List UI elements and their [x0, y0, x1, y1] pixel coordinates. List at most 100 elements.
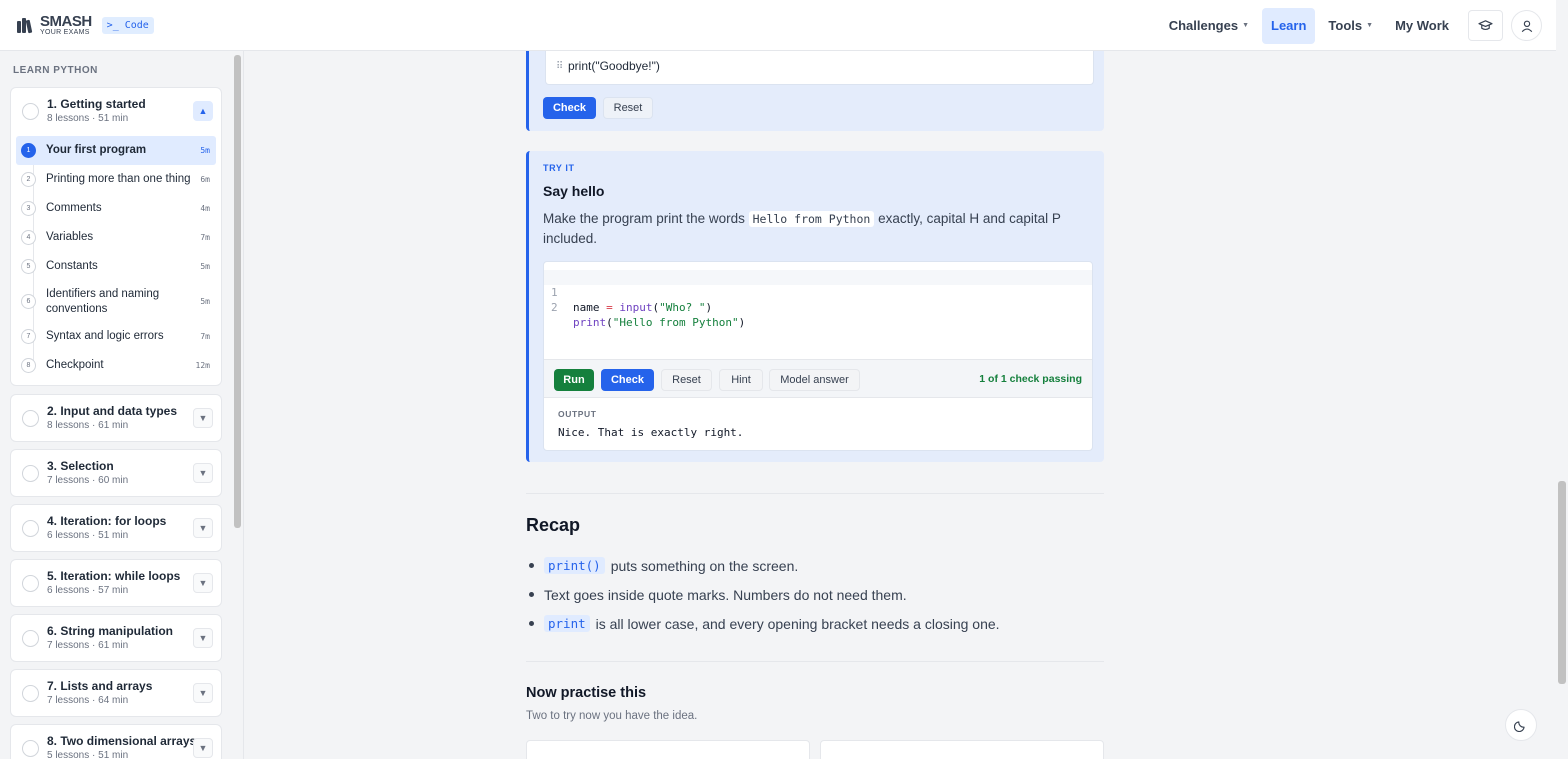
chapter-5[interactable]: 5. Iteration: while loops 6 lessons · 57… — [10, 559, 222, 607]
recap-code: print() — [544, 557, 605, 574]
chapter-6[interactable]: 6. String manipulation 7 lessons · 61 mi… — [10, 614, 222, 662]
site-logo[interactable]: SMASH YOUR EXAMS >_ Code — [16, 14, 154, 36]
progress-circle-icon — [22, 740, 39, 757]
run-button[interactable]: Run — [554, 369, 594, 391]
nav-learn[interactable]: Learn — [1262, 7, 1316, 44]
lesson-title: Checkpoint — [46, 359, 104, 371]
chapter-title: 8. Two dimensional arrays — [47, 734, 197, 748]
chapter-title: 4. Iteration: for loops — [47, 514, 167, 528]
chapter-7[interactable]: 7. Lists and arrays 7 lessons · 64 min ▼ — [10, 669, 222, 717]
page-scrollbar[interactable] — [1558, 481, 1566, 684]
drag-handle-icon[interactable]: ⠿ — [556, 61, 563, 72]
chapter-1: 1. Getting started 8 lessons · 51 min ▲ … — [10, 87, 222, 386]
chapter-3[interactable]: 3. Selection 7 lessons · 60 min ▼ — [10, 449, 222, 497]
recap-text: is all lower case, and every opening bra… — [595, 615, 1000, 632]
code-line[interactable]: 2 print("Hello from Python") — [544, 285, 1092, 329]
lesson-item[interactable]: 6 Identifiers and naming conventions 5m — [16, 281, 216, 322]
chevron-down-icon[interactable]: ▼ — [193, 408, 213, 428]
progress-circle-icon — [22, 575, 39, 592]
nav-challenges[interactable]: Challenges ▼ — [1160, 10, 1258, 41]
lesson-item[interactable]: 3 Comments 4m — [16, 194, 216, 223]
code-editor[interactable]: 1 name = input("Who? ") 2 print("Hello f… — [543, 261, 1093, 451]
top-navigation-bar: SMASH YOUR EXAMS >_ Code Challenges ▼ Le… — [0, 0, 1556, 51]
chapter-4[interactable]: 4. Iteration: for loops 6 lessons · 51 m… — [10, 504, 222, 552]
progress-circle-icon — [22, 685, 39, 702]
lesson-duration: 4m — [200, 204, 210, 213]
graduation-cap-icon — [1478, 20, 1493, 31]
sidebar-scrollbar[interactable] — [234, 55, 241, 528]
chapter-header[interactable]: 2. Input and data types 8 lessons · 61 m… — [11, 395, 221, 443]
chapter-meta: 5 lessons · 51 min — [47, 750, 129, 759]
chapter-8[interactable]: 8. Two dimensional arrays 5 lessons · 51… — [10, 724, 222, 759]
previous-exercise-panel: ⠿ print("Goodbye!") Check Reset — [526, 51, 1104, 131]
chapter-header[interactable]: 5. Iteration: while loops 6 lessons · 57… — [11, 560, 221, 608]
model-answer-button[interactable]: Model answer — [769, 369, 860, 391]
output-text: Nice. That is exactly right. — [558, 426, 744, 439]
sidebar-heading: LEARN PYTHON — [13, 65, 98, 76]
nav-tools[interactable]: Tools ▼ — [1319, 10, 1382, 41]
chevron-up-icon[interactable]: ▲ — [193, 101, 213, 121]
lesson-item[interactable]: 4 Variables 7m — [16, 223, 216, 252]
lesson-duration: 6m — [200, 175, 210, 184]
lesson-duration: 5m — [200, 297, 210, 306]
chapter-header[interactable]: 6. String manipulation 7 lessons · 61 mi… — [11, 615, 221, 663]
exercise-title: Say hello — [543, 183, 605, 199]
progress-circle-icon — [22, 465, 39, 482]
lesson-item[interactable]: 5 Constants 5m — [16, 252, 216, 281]
chevron-down-icon[interactable]: ▼ — [193, 683, 213, 703]
lesson-item[interactable]: 8 Checkpoint 12m — [16, 351, 216, 380]
draggable-code-line[interactable]: ⠿ print("Goodbye!") — [545, 51, 1094, 85]
lesson-item[interactable]: 2 Printing more than one thing 6m — [16, 165, 216, 194]
lesson-duration: 5m — [200, 146, 210, 155]
chapter-header[interactable]: 8. Two dimensional arrays 5 lessons · 51… — [11, 725, 221, 759]
code-line[interactable]: 1 name = input("Who? ") — [544, 270, 1092, 314]
course-sidebar: LEARN PYTHON 1. Getting started 8 lesson… — [0, 51, 244, 759]
chapter-header[interactable]: 7. Lists and arrays 7 lessons · 64 min ▼ — [11, 670, 221, 718]
chapter-title: 6. String manipulation — [47, 624, 174, 638]
check-button[interactable]: Check — [543, 97, 596, 119]
chevron-down-icon[interactable]: ▼ — [193, 573, 213, 593]
chapter-meta: 7 lessons · 61 min — [47, 640, 129, 651]
chapter-header[interactable]: 4. Iteration: for loops 6 lessons · 51 m… — [11, 505, 221, 553]
lesson-number: 6 — [21, 294, 36, 309]
try-it-label: TRY IT — [543, 163, 575, 173]
lesson-number: 1 — [21, 143, 36, 158]
lesson-duration: 12m — [195, 361, 210, 370]
lesson-item[interactable]: 7 Syntax and logic errors 7m — [16, 322, 216, 351]
lesson-duration: 7m — [200, 233, 210, 242]
reset-button[interactable]: Reset — [603, 97, 653, 119]
chapter-header[interactable]: 1. Getting started 8 lessons · 51 min ▲ — [11, 88, 221, 136]
logo-text: SMASH YOUR EXAMS — [40, 14, 92, 36]
practice-card[interactable] — [526, 740, 810, 759]
lesson-list: 1 Your first program 5m 2 Printing more … — [11, 136, 221, 384]
nav-my-work[interactable]: My Work — [1386, 10, 1458, 41]
nav-challenges-label: Challenges — [1168, 18, 1239, 33]
practice-heading: Now practise this — [526, 685, 647, 701]
practice-card[interactable] — [820, 740, 1104, 759]
user-icon — [1521, 20, 1532, 32]
chapter-header[interactable]: 3. Selection 7 lessons · 60 min ▼ — [11, 450, 221, 498]
line-number: 2 — [551, 301, 558, 314]
chapter-2[interactable]: 2. Input and data types 8 lessons · 61 m… — [10, 394, 222, 442]
chevron-down-icon[interactable]: ▼ — [193, 518, 213, 538]
nav-learn-label: Learn — [1271, 18, 1307, 33]
code-line-text: print("Goodbye!") — [568, 59, 660, 73]
lesson-title: Identifiers and naming conventions — [46, 287, 160, 315]
teacher-mode-button[interactable] — [1468, 10, 1503, 41]
progress-circle-icon — [22, 410, 39, 427]
lesson-item[interactable]: 1 Your first program 5m — [16, 136, 216, 165]
reset-button[interactable]: Reset — [661, 369, 712, 391]
theme-toggle-button[interactable] — [1505, 709, 1537, 741]
lesson-title: Constants — [46, 260, 98, 272]
chapter-meta: 6 lessons · 51 min — [47, 530, 129, 541]
chevron-down-icon[interactable]: ▼ — [193, 628, 213, 648]
account-button[interactable] — [1511, 10, 1542, 41]
check-status: 1 of 1 check passing — [979, 373, 1082, 385]
check-button[interactable]: Check — [601, 369, 654, 391]
lesson-number: 5 — [21, 259, 36, 274]
hint-button[interactable]: Hint — [719, 369, 763, 391]
chapter-title: 3. Selection — [47, 459, 114, 473]
chevron-down-icon[interactable]: ▼ — [193, 738, 213, 758]
recap-list: print() puts something on the screen. Te… — [526, 551, 1104, 638]
chevron-down-icon[interactable]: ▼ — [193, 463, 213, 483]
